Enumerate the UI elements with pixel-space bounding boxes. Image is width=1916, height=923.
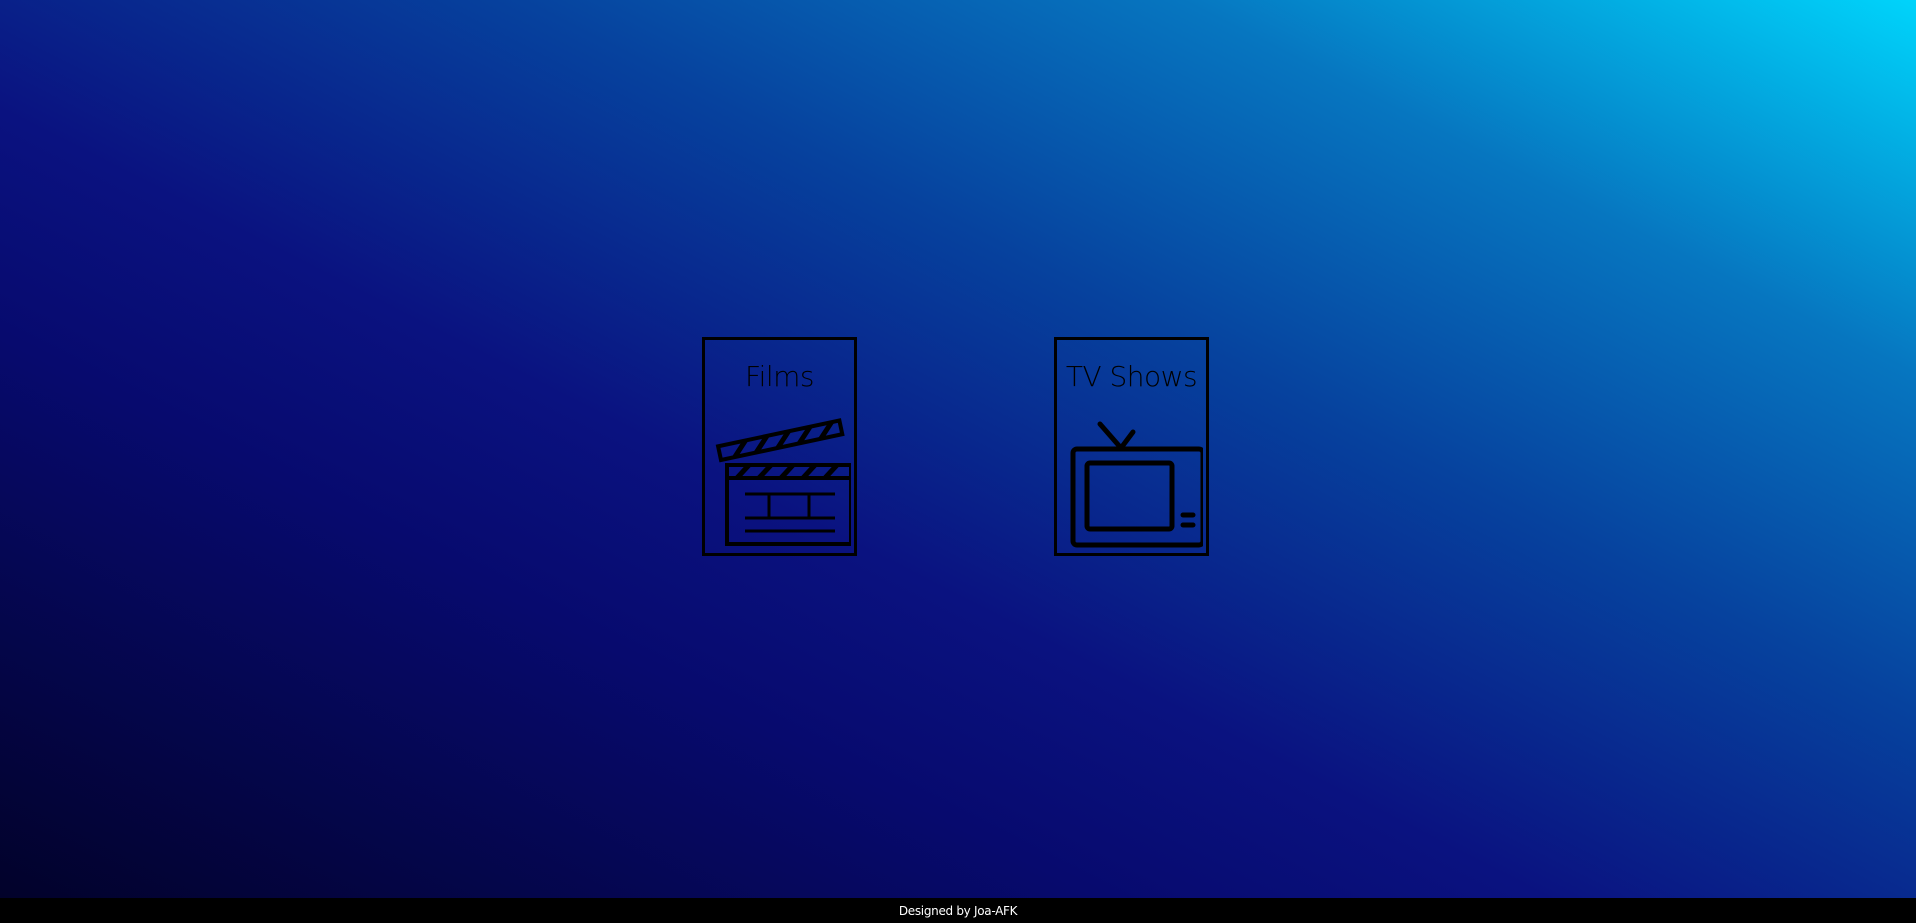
films-card[interactable]: Films bbox=[702, 337, 857, 556]
clapperboard-icon bbox=[715, 418, 851, 546]
footer-credit: Designed by Joa-AFK bbox=[898, 903, 1018, 918]
films-label: Films bbox=[745, 360, 815, 393]
tv-shows-card[interactable]: TV Shows bbox=[1054, 337, 1209, 556]
tv-shows-label: TV Shows bbox=[1065, 360, 1198, 393]
page-background bbox=[0, 0, 1916, 898]
television-icon bbox=[1070, 421, 1203, 548]
footer: Designed by Joa-AFK bbox=[0, 898, 1916, 923]
